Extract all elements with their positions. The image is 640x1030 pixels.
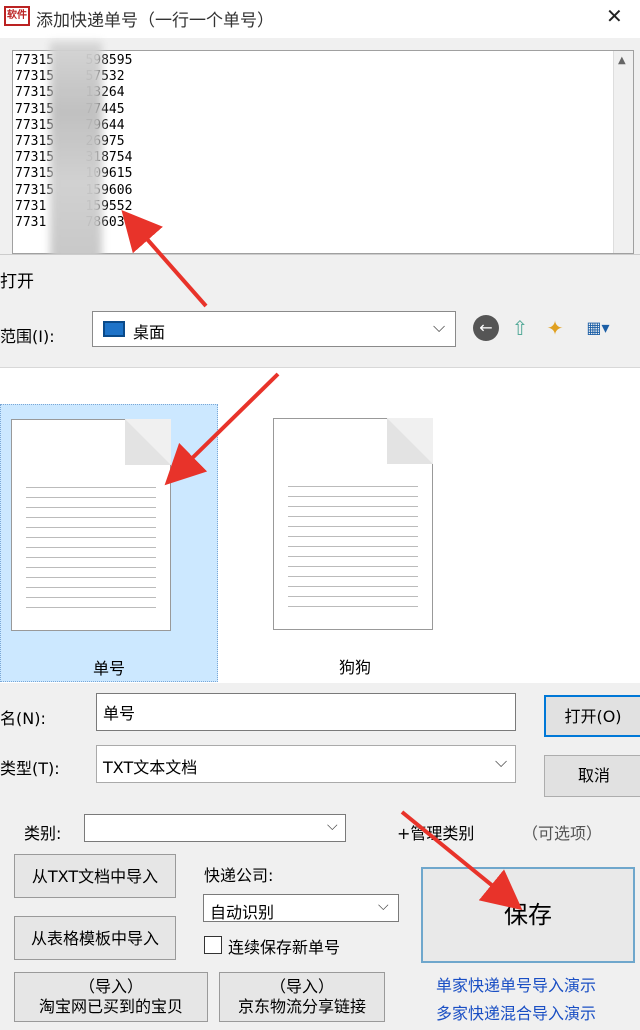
open-file-dialog: 打开 范围(I): 桌面 ⌵ ← ⇧ ✦ ▦▾ 单号 狗狗 名(N): 类型(T… xyxy=(0,254,640,814)
file-item-gougou[interactable]: 狗狗 xyxy=(255,404,455,682)
category-combo[interactable]: ⌵ xyxy=(84,814,346,842)
file-list: 单号 狗狗 xyxy=(0,367,640,683)
category-label: 类别: xyxy=(24,824,62,843)
import-txt-button[interactable]: 从TXT文档中导入 xyxy=(14,854,176,898)
courier-label: 快递公司: xyxy=(204,866,274,885)
optional-hint: （可选项） xyxy=(522,824,603,843)
filetype-combo[interactable]: TXT文本文档 ⌵ xyxy=(96,745,516,783)
file-label: 单号 xyxy=(92,659,125,678)
lookin-value: 桌面 xyxy=(133,323,166,342)
scroll-up-icon[interactable]: ▲ xyxy=(618,55,626,66)
desktop-icon xyxy=(103,321,125,337)
window-title: 添加快递单号（一行一个单号） xyxy=(36,11,274,31)
back-icon[interactable]: ← xyxy=(473,315,499,341)
import-jd-button[interactable]: （导入） 京东物流分享链接 xyxy=(219,972,385,1022)
filename-label: 名(N): xyxy=(0,709,46,728)
courier-value: 自动识别 xyxy=(210,903,275,922)
lookin-label: 范围(I): xyxy=(0,327,55,346)
file-item-danhao[interactable]: 单号 xyxy=(0,404,218,682)
app-logo: 软件 xyxy=(4,6,30,26)
privacy-blur xyxy=(50,42,102,274)
open-button[interactable]: 打开(O) xyxy=(544,695,640,737)
demo-link-mixed[interactable]: 多家快递混合导入演示 xyxy=(436,1000,596,1024)
up-folder-icon[interactable]: ⇧ xyxy=(507,315,533,341)
lookin-combo[interactable]: 桌面 ⌵ xyxy=(92,311,456,347)
cancel-button[interactable]: 取消 xyxy=(544,755,640,797)
continue-save-label: 连续保存新单号 xyxy=(228,938,341,957)
import-jd-line2: 京东物流分享链接 xyxy=(237,997,366,1016)
demo-link-single[interactable]: 单家快递单号导入演示 xyxy=(436,972,596,996)
chevron-down-icon: ⌵ xyxy=(433,317,446,336)
chevron-down-icon: ⌵ xyxy=(495,752,508,771)
close-icon[interactable]: ✕ xyxy=(606,4,623,28)
import-template-button[interactable]: 从表格模板中导入 xyxy=(14,916,176,960)
title-bar: 软件 添加快递单号（一行一个单号） ✕ xyxy=(0,0,640,38)
filename-input[interactable] xyxy=(96,693,516,731)
manage-category-link[interactable]: +管理类别 xyxy=(397,820,474,844)
courier-combo[interactable]: 自动识别 ⌵ xyxy=(203,894,399,922)
filetype-value: TXT文本文档 xyxy=(103,758,198,777)
tracking-number-textarea[interactable]: 77315 598595 77315 57532 77315 13264 77315 … xyxy=(12,50,634,254)
import-taobao-button[interactable]: （导入） 淘宝网已买到的宝贝 xyxy=(14,972,208,1022)
text-file-icon xyxy=(11,419,171,631)
dialog-title: 打开 xyxy=(0,272,34,292)
continue-save-checkbox[interactable] xyxy=(204,936,222,954)
chevron-down-icon: ⌵ xyxy=(378,898,389,914)
import-taobao-line2: 淘宝网已买到的宝贝 xyxy=(38,997,183,1016)
filetype-label: 类型(T): xyxy=(0,759,60,778)
scrollbar[interactable]: ▲ xyxy=(613,51,633,253)
import-taobao-line1: （导入） xyxy=(78,977,143,996)
new-folder-icon[interactable]: ✦ xyxy=(542,315,568,341)
view-menu-icon[interactable]: ▦▾ xyxy=(576,315,620,341)
save-button[interactable]: 保存 xyxy=(421,867,635,963)
chevron-down-icon: ⌵ xyxy=(327,818,338,834)
file-label: 狗狗 xyxy=(338,658,371,677)
import-jd-line1: （导入） xyxy=(269,977,334,996)
text-file-icon xyxy=(273,418,433,630)
